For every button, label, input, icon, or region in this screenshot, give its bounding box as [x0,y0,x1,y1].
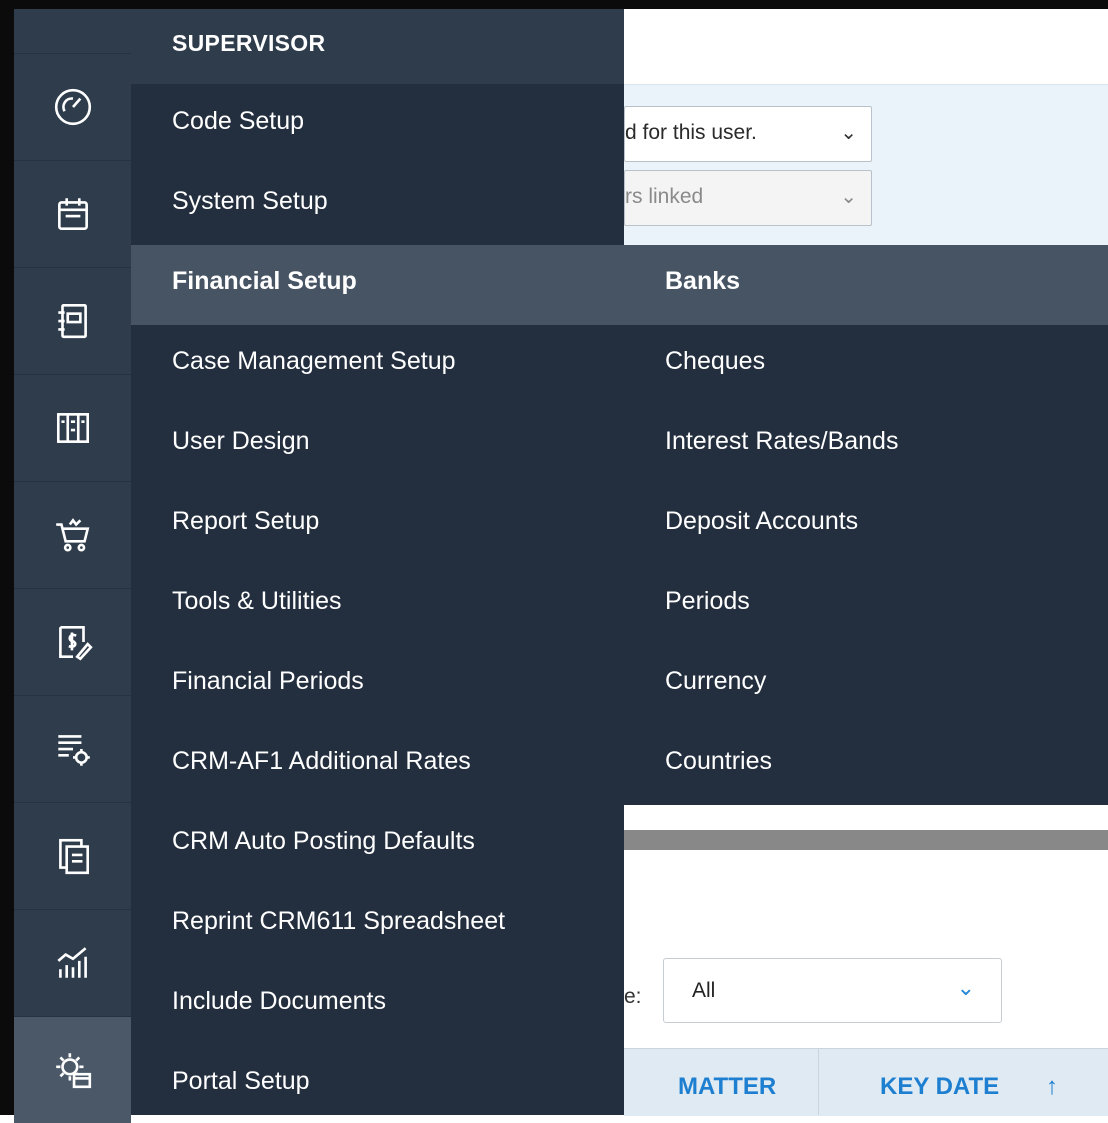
menu-item-case-management-setup[interactable]: Case Management Setup [172,347,456,376]
sort-ascending-icon[interactable]: ↑ [1046,1073,1058,1101]
filter-label: e: [624,985,642,1008]
shopping-cart-icon [55,518,89,552]
menu-item-portal-setup[interactable]: Portal Setup [172,1067,310,1096]
supervisor-menu [131,9,624,1115]
linked-select[interactable]: rs linked ⌄ [624,170,872,226]
window-frame-left [0,0,14,1115]
submenu-item-deposit-accounts[interactable]: Deposit Accounts [665,507,858,536]
menu-item-system-setup[interactable]: System Setup [172,187,328,216]
nav-dashboard[interactable] [14,53,131,160]
menu-item-financial-periods[interactable]: Financial Periods [172,667,364,696]
nav-documents[interactable] [14,802,131,909]
menu-item-include-documents[interactable]: Include Documents [172,987,386,1016]
menu-item-reprint-crm611-spreadsheet[interactable]: Reprint CRM611 Spreadsheet [172,907,505,936]
submenu-item-cheques[interactable]: Cheques [665,347,765,376]
nav-notebook[interactable] [14,267,131,374]
submenu-item-interest-rates-bands[interactable]: Interest Rates/Bands [665,427,898,456]
settings-gear-calendar-icon [55,1053,91,1089]
nav-list-settings[interactable] [14,695,131,802]
icon-rail [14,9,131,1123]
submenu-item-banks[interactable]: Banks [665,267,740,296]
submenu-item-periods[interactable]: Periods [665,587,750,616]
calendar-icon [57,198,88,231]
documents-icon [58,838,89,875]
window-frame-top [0,0,1108,9]
menu-item-code-setup[interactable]: Code Setup [172,107,304,136]
menu-item-crm-af1-additional-rates[interactable]: CRM-AF1 Additional Rates [172,747,471,776]
linked-select-value: rs linked [625,185,704,208]
menu-item-user-design[interactable]: User Design [172,427,310,456]
submenu-item-countries[interactable]: Countries [665,747,772,776]
notebook-icon [57,303,87,339]
column-header-matter[interactable]: MATTER [678,1073,776,1101]
nav-purchasing[interactable] [14,481,131,588]
nav-analytics[interactable] [14,909,131,1016]
nav-supervisor[interactable] [14,1016,131,1123]
chevron-down-icon: ⌄ [840,186,857,208]
menu-header-title: SUPERVISOR [172,30,326,56]
section-divider [624,830,1108,850]
invoice-dollar-icon [58,625,93,661]
menu-item-financial-setup[interactable]: Financial Setup [172,267,357,296]
list-settings-icon [57,735,90,766]
nav-billing[interactable] [14,588,131,695]
column-separator [818,1048,819,1115]
filter-dropdown[interactable]: All ⌄ [663,958,1002,1023]
menu-item-crm-auto-posting-defaults[interactable]: CRM Auto Posting Defaults [172,827,475,856]
user-select[interactable]: d for this user. ⌄ [624,106,872,162]
column-header-key-date[interactable]: KEY DATE [880,1073,999,1101]
nav-ledgers[interactable] [14,374,131,481]
user-select-value: d for this user. [625,121,757,144]
filter-dropdown-value: All [692,979,716,1002]
nav-calendar[interactable] [14,160,131,267]
submenu-item-currency[interactable]: Currency [665,667,766,696]
page-topbar [624,9,1108,85]
ledger-books-icon [56,413,89,443]
chevron-down-icon: ⌄ [840,122,857,144]
menu-item-tools-utilities[interactable]: Tools & Utilities [172,587,342,616]
chevron-down-icon: ⌄ [956,975,975,1000]
analytics-chart-icon [56,947,87,978]
dashboard-gauge-icon [54,88,91,126]
menu-item-report-setup[interactable]: Report Setup [172,507,319,536]
